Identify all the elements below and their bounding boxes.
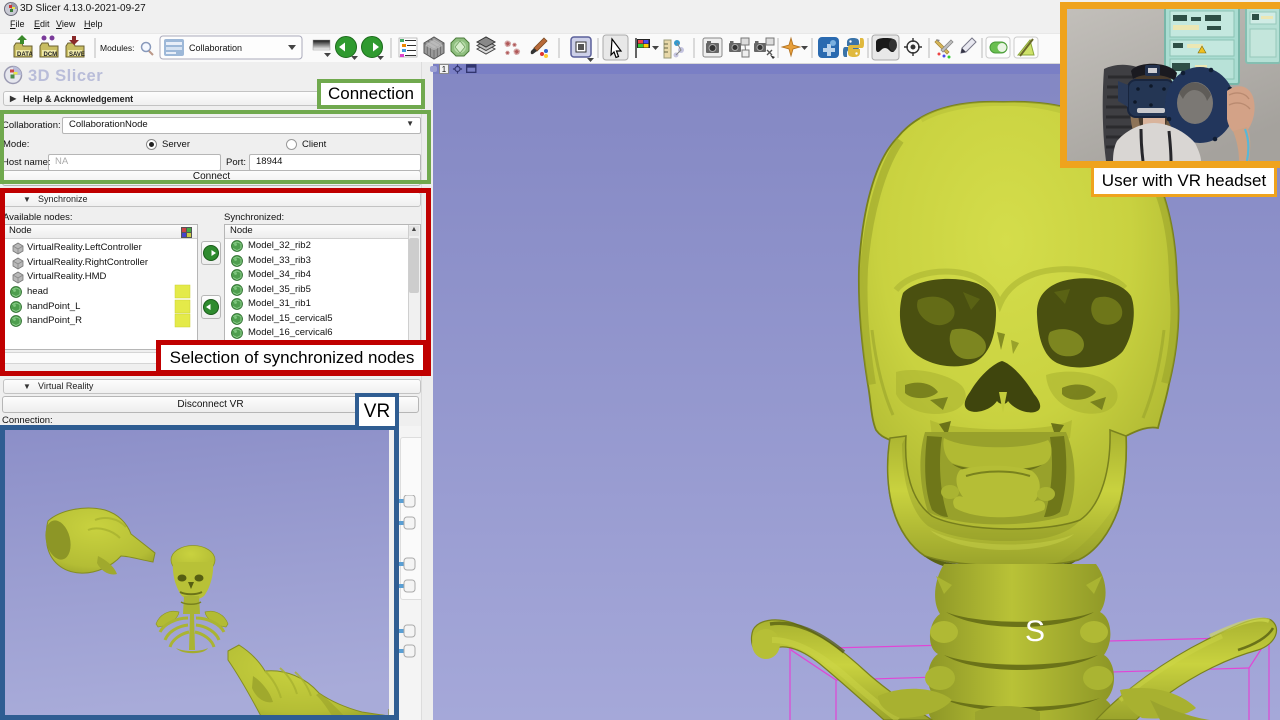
svg-text:S: S bbox=[1025, 615, 1045, 648]
svg-text:DCM: DCM bbox=[44, 52, 58, 58]
svg-text:SAVE: SAVE bbox=[69, 52, 85, 58]
svg-text:Collaboration: Collaboration bbox=[189, 43, 242, 53]
svg-text:✺: ✺ bbox=[505, 50, 510, 57]
svg-text:✺: ✺ bbox=[504, 39, 512, 49]
svg-text:✺: ✺ bbox=[513, 47, 521, 57]
svg-text:DATA: DATA bbox=[17, 52, 33, 58]
